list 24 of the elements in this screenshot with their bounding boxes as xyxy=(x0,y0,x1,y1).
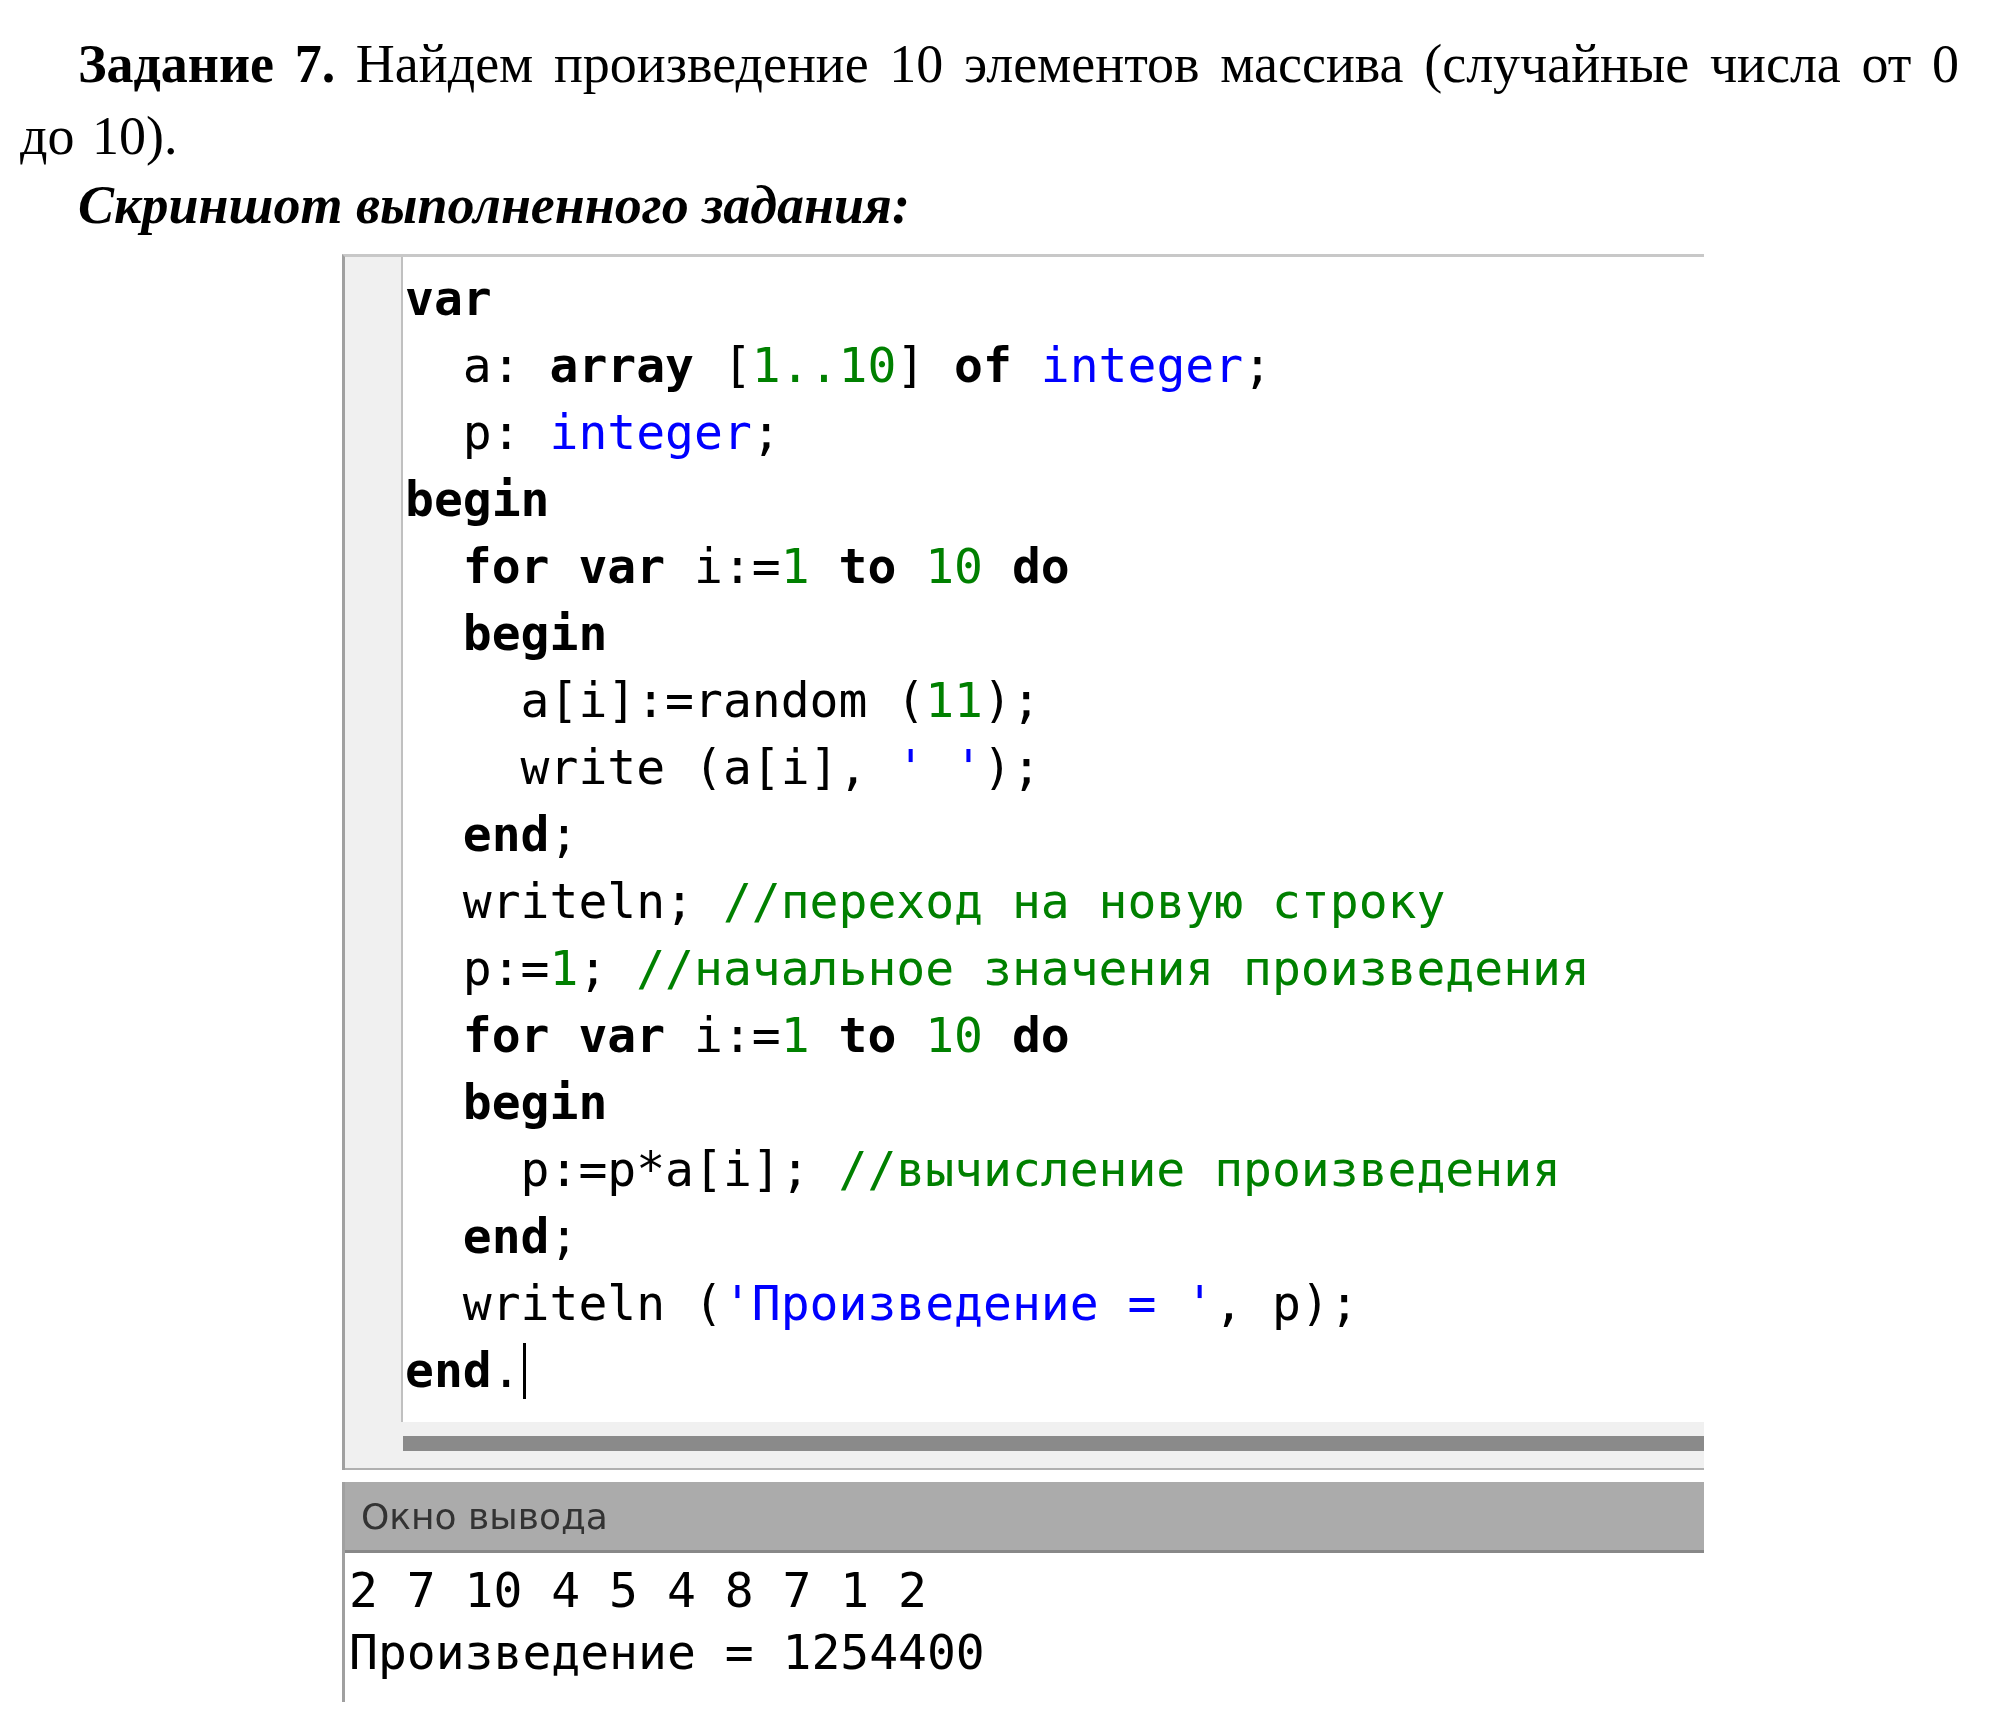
code-line: p:=1; //начальное значения произведения xyxy=(461,939,1590,998)
panel-title: Окно вывода xyxy=(361,1495,608,1537)
code-line: end. xyxy=(405,1341,521,1400)
text-cursor xyxy=(522,1342,526,1399)
subtitle: Скриншот выполненного задания: xyxy=(78,174,910,237)
code-line: begin xyxy=(461,604,608,663)
code-line: p:=p*a[i]; //вычисление произведения xyxy=(519,1140,1561,1199)
code-line: end; xyxy=(461,805,579,864)
code-line: for var i:=1 to 10 do xyxy=(461,537,1070,596)
code-line: writeln ('Произведение = ', p); xyxy=(461,1274,1359,1333)
code-line: a: array [1..10] of integer; xyxy=(461,336,1272,395)
scrollbar[interactable] xyxy=(403,1436,1704,1451)
code-line: begin xyxy=(461,1073,608,1132)
task-text: Задание 7. Найдем произведение 10 элементов массива (случайные числа от 0 до 10). xyxy=(20,33,1959,168)
code-line: p: integer; xyxy=(461,403,781,462)
code-line: begin xyxy=(405,470,550,529)
output-line: Произведение = 1254400 xyxy=(349,1623,985,1682)
code-line: writeln; //переход на новую строку xyxy=(461,872,1446,931)
code-line: for var i:=1 to 10 do xyxy=(461,1006,1070,1065)
code-line: end; xyxy=(461,1207,579,1266)
output-line: 2 7 10 4 5 4 8 7 1 2 xyxy=(349,1561,927,1620)
code-line: write (a[i], ' '); xyxy=(519,738,1041,797)
code-line: var xyxy=(405,269,492,328)
code-line: a[i]:=random (11); xyxy=(519,671,1041,730)
